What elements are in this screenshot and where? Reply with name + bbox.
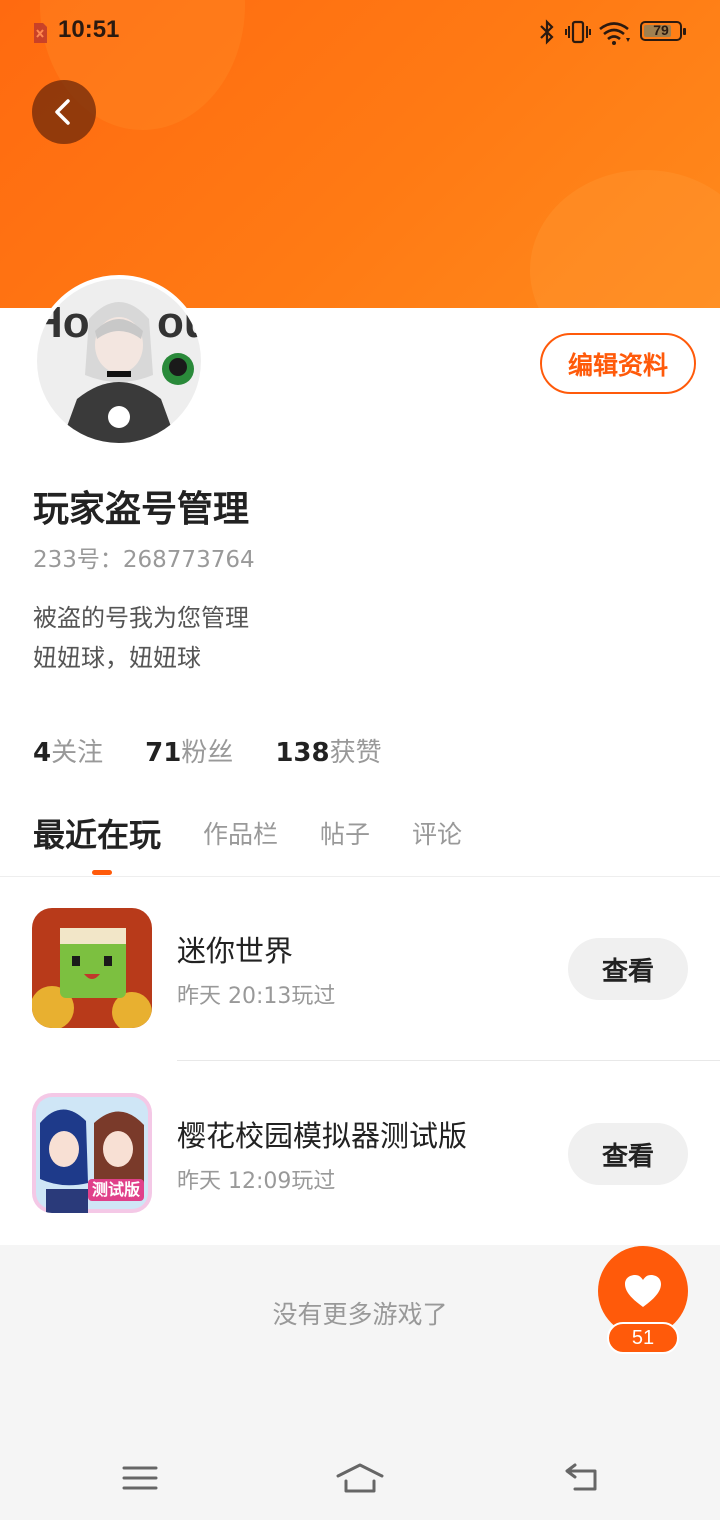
edit-profile-button[interactable]: 编辑资料 [540, 333, 696, 394]
stat-label: 粉丝 [181, 738, 234, 768]
last-played: 昨天 20:13玩过 [177, 984, 336, 1009]
stat-fans[interactable]: 71粉丝 [145, 732, 233, 769]
game-title: 樱花校园模拟器测试版 [177, 1119, 468, 1153]
sim-off-icon [34, 23, 47, 43]
nickname: 玩家盗号管理 [33, 489, 250, 530]
system-nav-bar [0, 1440, 720, 1520]
clock: 10:51 [58, 16, 120, 43]
tab-works[interactable]: 作品栏 [203, 815, 278, 851]
active-tab-indicator [92, 870, 112, 875]
profile-stats: 4关注 71粉丝 138获赞 [33, 732, 424, 772]
stat-value: 138 [275, 738, 330, 768]
view-button[interactable]: 查看 [568, 1123, 688, 1185]
home-button[interactable] [330, 1456, 390, 1500]
vibrate-icon [565, 20, 591, 44]
wifi-icon [599, 22, 630, 45]
like-count: 51 [607, 1322, 679, 1354]
game-icon [32, 908, 152, 1028]
heart-icon [625, 1275, 661, 1307]
divider [177, 1060, 720, 1061]
banner-decoration [530, 170, 720, 308]
bio: 被盗的号我为您管理 妞妞球，妞妞球 [33, 598, 249, 678]
bluetooth-icon [540, 19, 554, 45]
tab-posts[interactable]: 帖子 [320, 815, 370, 851]
stat-value: 71 [145, 738, 182, 768]
user-id: 233号：268773764 [33, 547, 255, 573]
bio-line: 被盗的号我为您管理 [33, 604, 249, 632]
chevron-left-icon [55, 99, 70, 125]
home-icon [336, 1463, 384, 1493]
last-played: 昨天 12:09玩过 [177, 1169, 336, 1194]
mini-world-icon [32, 908, 152, 1028]
tab-recently-played[interactable]: 最近在玩 [33, 810, 161, 856]
tab-comments[interactable]: 评论 [412, 815, 462, 851]
game-title: 迷你世界 [177, 934, 294, 968]
view-button[interactable]: 查看 [568, 938, 688, 1000]
list-item[interactable]: 测试版 樱花校园模拟器测试版 昨天 12:09玩过 查看 [0, 1093, 720, 1213]
menu-button[interactable] [110, 1456, 170, 1500]
stat-label: 关注 [51, 738, 104, 768]
game-icon: 测试版 [32, 1093, 152, 1213]
avatar-image: Ho ou [37, 279, 201, 443]
battery-icon: 79 [640, 21, 686, 41]
stat-following[interactable]: 4关注 [33, 732, 103, 769]
list-item[interactable]: 迷你世界 昨天 20:13玩过 查看 [0, 908, 720, 1028]
battery-level: 79 [653, 22, 669, 38]
profile-tabs: 最近在玩 作品栏 帖子 评论 [33, 808, 504, 858]
menu-icon [122, 1466, 158, 1490]
back-button[interactable] [32, 80, 96, 144]
divider [0, 876, 720, 877]
test-version-badge: 测试版 [88, 1179, 145, 1201]
bio-line: 妞妞球，妞妞球 [33, 644, 201, 672]
avatar[interactable]: Ho ou [33, 275, 205, 447]
stat-label: 获赞 [329, 738, 382, 768]
back-nav-icon [565, 1463, 597, 1491]
stat-likes[interactable]: 138获赞 [275, 732, 381, 769]
stat-value: 4 [33, 738, 52, 768]
battery-tip [683, 28, 686, 35]
back-nav-button[interactable] [550, 1456, 610, 1500]
status-bar: 10:51 79 [0, 0, 720, 64]
